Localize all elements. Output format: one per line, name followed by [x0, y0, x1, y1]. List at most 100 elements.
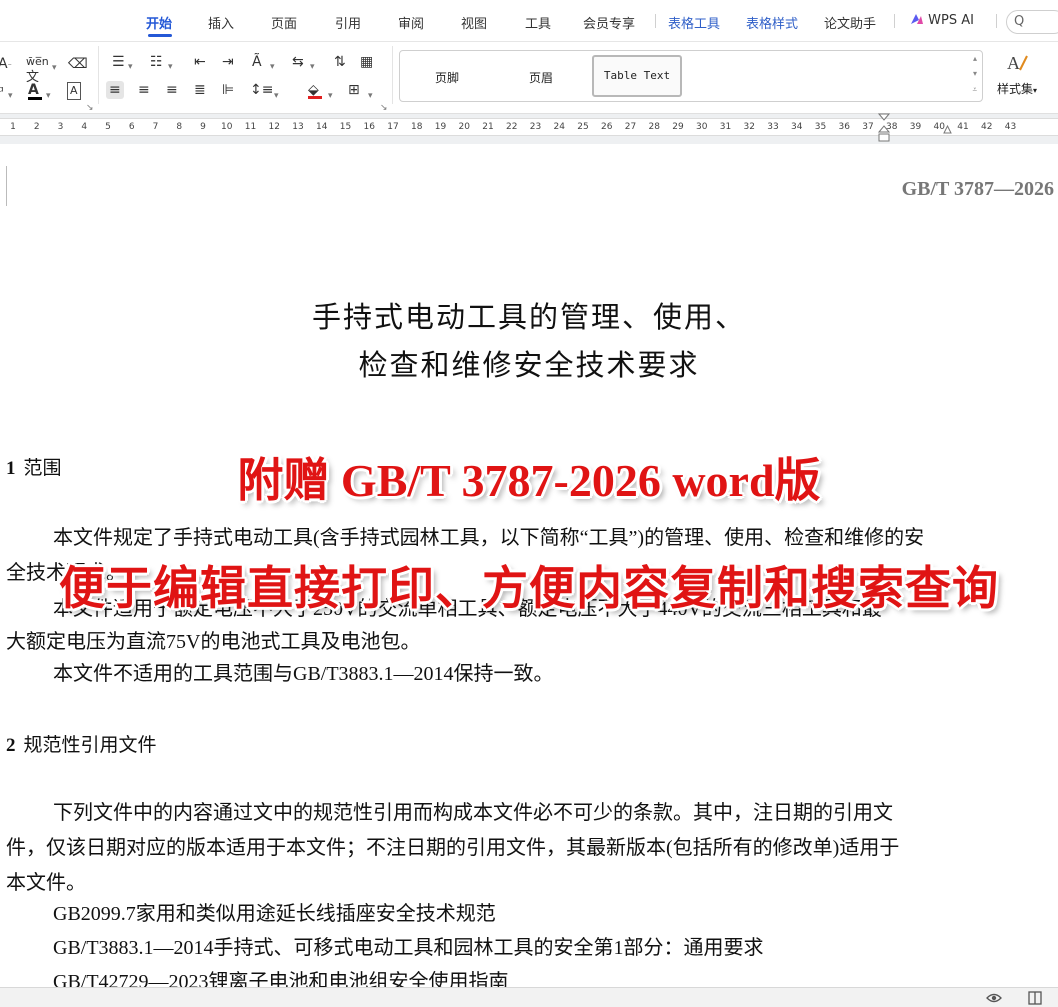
section-2-paragraph: 本文件。	[6, 872, 86, 894]
reference-item: GB/T42729—2023锂离子电池和电池组安全使用指南	[53, 971, 509, 987]
tab-review[interactable]: 审阅	[398, 13, 424, 32]
text-direction-icon[interactable]: Ã	[252, 54, 262, 70]
font-color-icon[interactable]: A	[28, 82, 42, 100]
tab-separator	[655, 14, 656, 28]
ruler-tick: 17	[387, 122, 399, 132]
chevron-down-icon[interactable]: ▾	[274, 88, 279, 104]
menu-bar: 开始 插入 页面 引用 审阅 视图 工具 会员专享 表格工具 表格样式 论文助手…	[0, 0, 1058, 42]
chevron-down-icon[interactable]: ▾	[8, 88, 13, 104]
eraser-icon[interactable]: ⌫	[68, 56, 88, 72]
style-footer[interactable]: 页脚	[435, 69, 459, 86]
line-spacing-icon[interactable]: ↕≡	[250, 82, 273, 98]
section-2-number: 2	[6, 735, 16, 756]
ruler-tick: 28	[648, 122, 660, 132]
tab-table-style[interactable]: 表格样式	[746, 13, 798, 32]
ruler-tick: 21	[482, 122, 494, 132]
horizontal-ruler[interactable]: 1 2 3 4 5 6 7 8 9 10 11 12 13 14 15 16 17 18 19 20 21 22 23 24 2…	[0, 118, 1058, 136]
ruler-tick: 36	[838, 122, 850, 132]
sort-icon[interactable]: ⇅	[334, 54, 346, 70]
ruler-tick: 2	[33, 122, 40, 132]
chevron-down-icon[interactable]: ▾	[270, 59, 275, 75]
wps-ai-icon	[911, 14, 923, 24]
borders-icon[interactable]: ⊞	[348, 82, 360, 98]
styles-gallery: 页脚 页眉 Table Text ▴ ▾ ⩡	[399, 50, 983, 102]
font-size-icon[interactable]: A⁻	[0, 56, 12, 74]
ruler-tick: 31	[719, 122, 732, 132]
ruler-tick: 6	[128, 122, 135, 132]
tab-references[interactable]: 引用	[335, 13, 361, 32]
styles-set-button[interactable]: A 样式集▾	[992, 50, 1042, 104]
ruler-tick: 5	[105, 122, 111, 132]
ruler-tick: 13	[292, 122, 304, 132]
search-box[interactable]: Q	[1006, 10, 1058, 34]
chevron-down-icon[interactable]: ▾	[328, 88, 333, 104]
styles-set-icon: A	[992, 50, 1042, 80]
chevron-down-icon[interactable]: ▾	[128, 59, 133, 75]
tab-insert[interactable]: 插入	[208, 13, 234, 32]
document-page[interactable]: GB/T 3787—2026 手持式电动工具的管理、使用、 检查和维修安全技术要…	[0, 144, 1058, 987]
justify-icon[interactable]: ≣	[194, 82, 206, 98]
change-case-icon[interactable]: ⇆	[292, 54, 304, 70]
gallery-scroll-down-icon[interactable]: ▾	[973, 69, 977, 78]
section-1-paragraph: 本文件不适用的工具范围与GB/T3883.1—2014保持一致。	[53, 663, 554, 685]
gallery-expand-icon[interactable]: ⩡	[972, 85, 977, 95]
ruler-tick: 3	[57, 122, 64, 132]
section-1-paragraph: 本文件规定了手持式电动工具(含手持式园林工具，以下简称“工具”)的管理、使用、检…	[53, 527, 925, 549]
ribbon-toolbar: A⁻ w̄e̅n 文 ▾ ⌫ ᵅ ▾ A ▾ A ↘ ☰ ▾ ☷ ▾ ⇤ ⇥ Ã …	[0, 42, 1058, 114]
style-table-text[interactable]: Table Text	[592, 55, 682, 97]
tab-member[interactable]: 会员专享	[583, 13, 635, 32]
svg-text:A: A	[1007, 53, 1020, 73]
tab-home[interactable]: 开始	[146, 13, 172, 32]
distributed-align-icon[interactable]: ⊫	[222, 82, 234, 98]
tab-page[interactable]: 页面	[271, 13, 297, 32]
decrease-indent-icon[interactable]: ⇤	[194, 54, 206, 70]
ruler-tick: 29	[672, 122, 684, 132]
ruler-tick: 37	[862, 122, 874, 132]
style-header[interactable]: 页眉	[529, 69, 553, 86]
indent-marker-icon[interactable]	[878, 113, 890, 144]
group-separator	[392, 46, 393, 104]
numbered-list-icon[interactable]: ☷	[150, 54, 163, 70]
gallery-scroll-up-icon[interactable]: ▴	[973, 54, 977, 63]
align-right-icon[interactable]: ≡	[166, 82, 178, 98]
tab-paper-assistant[interactable]: 论文助手	[824, 13, 876, 32]
ruler-tick: 25	[577, 122, 589, 132]
ruler-tick: 11	[244, 122, 257, 132]
chevron-down-icon[interactable]: ▾	[368, 88, 373, 104]
bullet-list-icon[interactable]: ☰	[112, 54, 125, 70]
chevron-down-icon[interactable]: ▾	[168, 59, 173, 75]
reference-item: GB/T3883.1—2014手持式、可移式电动工具和园林工具的安全第1部分：通…	[53, 937, 764, 959]
status-bar	[0, 987, 1058, 1007]
align-left-button[interactable]: ≡	[106, 81, 124, 99]
show-marks-icon[interactable]: ▦	[360, 54, 373, 70]
page-header-standard-code: GB/T 3787—2026	[901, 178, 1054, 200]
tab-separator	[996, 14, 997, 28]
wps-ai-label: WPS AI	[928, 13, 974, 28]
ruler-tick: 32	[743, 122, 755, 132]
section-2-paragraph: 件，仅该日期对应的版本适用于本文件；不注日期的引用文件，其最新版本(包括所有的修…	[6, 837, 900, 859]
chevron-down-icon[interactable]: ▾	[310, 59, 315, 75]
right-indent-icon[interactable]	[943, 124, 952, 134]
character-border-icon[interactable]: A	[67, 82, 81, 100]
document-title-line-1: 手持式电动工具的管理、使用、	[311, 300, 746, 334]
tab-tools[interactable]: 工具	[525, 13, 551, 32]
book-view-icon[interactable]	[1028, 991, 1042, 1005]
chevron-down-icon[interactable]: ▾	[46, 88, 51, 104]
ruler-tick: 41	[957, 122, 969, 132]
chevron-down-icon[interactable]: ▾	[52, 60, 57, 76]
increase-indent-icon[interactable]: ⇥	[222, 54, 234, 70]
tab-separator	[894, 14, 895, 28]
strikethrough-icon[interactable]: ᵅ	[0, 84, 4, 100]
tab-table-tools[interactable]: 表格工具	[668, 13, 720, 32]
eye-icon[interactable]	[986, 991, 1002, 1005]
active-tab-indicator	[148, 34, 172, 37]
document-title-line-2: 检查和维修安全技术要求	[358, 348, 700, 382]
tab-wps-ai[interactable]: WPS AI	[910, 13, 974, 28]
tab-view[interactable]: 视图	[461, 13, 487, 32]
section-2-paragraph: 下列文件中的内容通过文中的规范性引用而构成本文件必不可少的条款。其中，注日期的引…	[53, 802, 893, 824]
styles-set-label: 样式集	[996, 82, 1033, 96]
shading-icon[interactable]: ⬙	[308, 82, 322, 99]
ruler-tick: 16	[363, 122, 375, 132]
align-center-icon[interactable]: ≡	[138, 82, 150, 98]
ruler-tick: 22	[506, 122, 518, 132]
